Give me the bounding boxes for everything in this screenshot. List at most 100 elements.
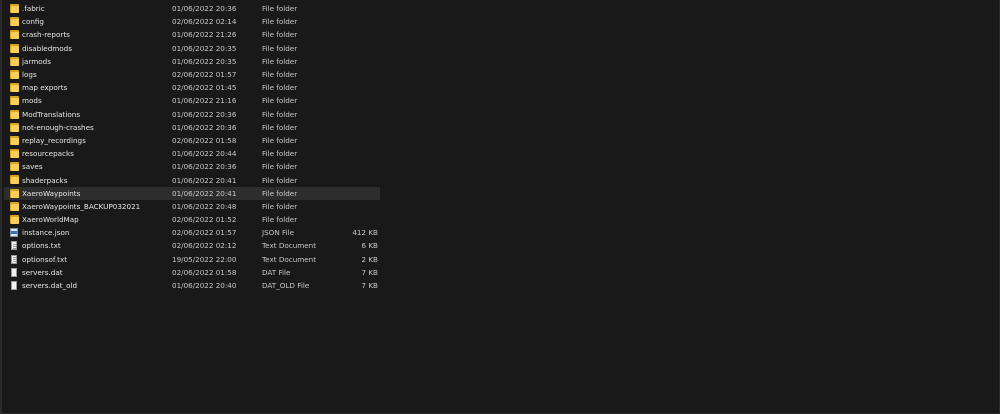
file-type: File folder: [262, 17, 298, 27]
folder-icon: [10, 188, 19, 198]
file-type: File folder: [262, 4, 298, 14]
file-row[interactable]: XaeroWorldMap 02/06/2022 01:52 File folder: [4, 213, 380, 226]
file-row[interactable]: XaeroWaypoints_BACKUP032021 01/06/2022 20…: [4, 200, 380, 213]
file-row[interactable]: instance.json 02/06/2022 01:57 JSON File 41…: [4, 226, 380, 239]
file-date-modified: 01/06/2022 20:41: [172, 175, 237, 185]
file-name: crash-reports: [22, 30, 70, 40]
file-type: File folder: [262, 162, 298, 172]
file-name: options.txt: [22, 241, 61, 251]
file-type: File folder: [262, 188, 298, 198]
file-date-modified: 02/06/2022 01:58: [172, 135, 237, 145]
folder-icon: [10, 162, 19, 172]
file-type: File folder: [262, 109, 298, 119]
file-row[interactable]: map exports 02/06/2022 01:45 File folder: [4, 81, 380, 94]
file-date-modified: 02/06/2022 01:57: [172, 228, 237, 238]
file-row[interactable]: optionsof.txt 19/05/2022 22:00 Text Docume…: [4, 253, 380, 266]
file-type: DAT_OLD File: [262, 281, 310, 291]
folder-icon: [10, 149, 19, 159]
file-icon: [10, 267, 19, 277]
file-date-modified: 19/05/2022 22:00: [172, 254, 237, 264]
file-type: File folder: [262, 215, 298, 225]
file-type: JSON File: [262, 228, 295, 238]
file-explorer-window: .fabric 01/06/2022 20:36 File folder config…: [0, 0, 1000, 414]
file-date-modified: 02/06/2022 02:12: [172, 241, 237, 251]
file-date-modified: 01/06/2022 20:36: [172, 109, 237, 119]
folder-icon: [10, 56, 19, 66]
file-name: ModTranslations: [22, 109, 81, 119]
file-name: instance.json: [22, 228, 70, 238]
file-row[interactable]: shaderpacks 01/06/2022 20:41 File folder: [4, 173, 380, 186]
file-date-modified: 01/06/2022 20:36: [172, 162, 237, 172]
file-date-modified: 02/06/2022 01:45: [172, 83, 237, 93]
file-row[interactable]: config 02/06/2022 02:14 File folder: [4, 15, 380, 28]
file-size: 2 KB: [361, 254, 378, 264]
file-row[interactable]: replay_recordings 02/06/2022 01:58 File fo…: [4, 134, 380, 147]
file-type: DAT File: [262, 267, 291, 277]
file-name: servers.dat: [22, 267, 63, 277]
file-row[interactable]: options.txt 02/06/2022 02:12 Text Document…: [4, 239, 380, 252]
file-name: shaderpacks: [22, 175, 68, 185]
json-file-icon: [10, 228, 19, 238]
file-size: 7 KB: [361, 267, 378, 277]
file-row[interactable]: mods 01/06/2022 21:16 File folder: [4, 94, 380, 107]
file-date-modified: 02/06/2022 01:52: [172, 215, 237, 225]
folder-icon: [10, 4, 19, 13]
file-date-modified: 01/06/2022 21:26: [172, 30, 237, 40]
file-date-modified: 01/06/2022 20:40: [172, 281, 237, 291]
file-name: logs: [22, 70, 37, 80]
folder-icon: [10, 83, 19, 93]
file-row[interactable]: not-enough-crashes 01/06/2022 20:36 File f…: [4, 121, 380, 134]
text-file-icon: [10, 241, 19, 251]
folder-icon: [10, 201, 19, 211]
file-type: File folder: [262, 70, 298, 80]
file-date-modified: 02/06/2022 01:58: [172, 267, 237, 277]
file-type: File folder: [262, 201, 298, 211]
file-name: optionsof.txt: [22, 254, 68, 264]
file-list: .fabric 01/06/2022 20:36 File folder config…: [4, 2, 380, 292]
file-row[interactable]: disabledmods 01/06/2022 20:35 File folder: [4, 42, 380, 55]
file-date-modified: 02/06/2022 02:14: [172, 17, 237, 27]
file-type: File folder: [262, 30, 298, 40]
file-name: XaeroWorldMap: [22, 215, 79, 225]
file-size: 6 KB: [361, 241, 378, 251]
file-name: saves: [22, 162, 43, 172]
file-name: disabledmods: [22, 43, 72, 53]
file-name: resourcepacks: [22, 149, 74, 159]
folder-icon: [10, 122, 19, 132]
file-type: File folder: [262, 135, 298, 145]
file-date-modified: 01/06/2022 20:41: [172, 188, 237, 198]
file-row[interactable]: XaeroWaypoints 01/06/2022 20:41 File folde…: [4, 186, 380, 200]
file-name: XaeroWaypoints: [22, 188, 81, 198]
file-name: mods: [22, 96, 42, 106]
file-date-modified: 01/06/2022 20:48: [172, 201, 237, 211]
file-row[interactable]: ModTranslations 01/06/2022 20:36 File fold…: [4, 108, 380, 121]
file-row[interactable]: crash-reports 01/06/2022 21:26 File folder: [4, 28, 380, 41]
file-row[interactable]: jarmods 01/06/2022 20:35 File folder: [4, 55, 380, 68]
folder-icon: [10, 69, 19, 79]
file-row[interactable]: resourcepacks 01/06/2022 20:44 File folder: [4, 147, 380, 160]
file-name: .fabric: [22, 4, 45, 14]
file-type: Text Document: [262, 254, 317, 264]
file-name: config: [22, 17, 44, 27]
file-type: File folder: [262, 122, 298, 132]
file-type: File folder: [262, 149, 298, 159]
file-row[interactable]: logs 02/06/2022 01:57 File folder: [4, 68, 380, 81]
file-row[interactable]: servers.dat_old 01/06/2022 20:40 DAT_OLD F…: [4, 279, 380, 292]
file-row[interactable]: servers.dat 02/06/2022 01:58 DAT File 7 KB: [4, 266, 380, 279]
file-name: replay_recordings: [22, 135, 86, 145]
file-name: not-enough-crashes: [22, 122, 94, 132]
file-date-modified: 01/06/2022 20:35: [172, 56, 237, 66]
window-left-border: [0, 0, 2, 414]
file-name: map exports: [22, 83, 68, 93]
folder-icon: [10, 17, 19, 27]
file-size: 7 KB: [361, 281, 378, 291]
file-type: File folder: [262, 96, 298, 106]
file-date-modified: 01/06/2022 20:36: [172, 4, 237, 14]
file-row[interactable]: saves 01/06/2022 20:36 File folder: [4, 160, 380, 173]
file-row[interactable]: .fabric 01/06/2022 20:36 File folder: [4, 2, 380, 15]
file-date-modified: 01/06/2022 21:16: [172, 96, 237, 106]
file-icon: [10, 280, 19, 290]
file-type: Text Document: [262, 241, 317, 251]
text-file-icon: [10, 254, 19, 264]
file-type: File folder: [262, 175, 298, 185]
